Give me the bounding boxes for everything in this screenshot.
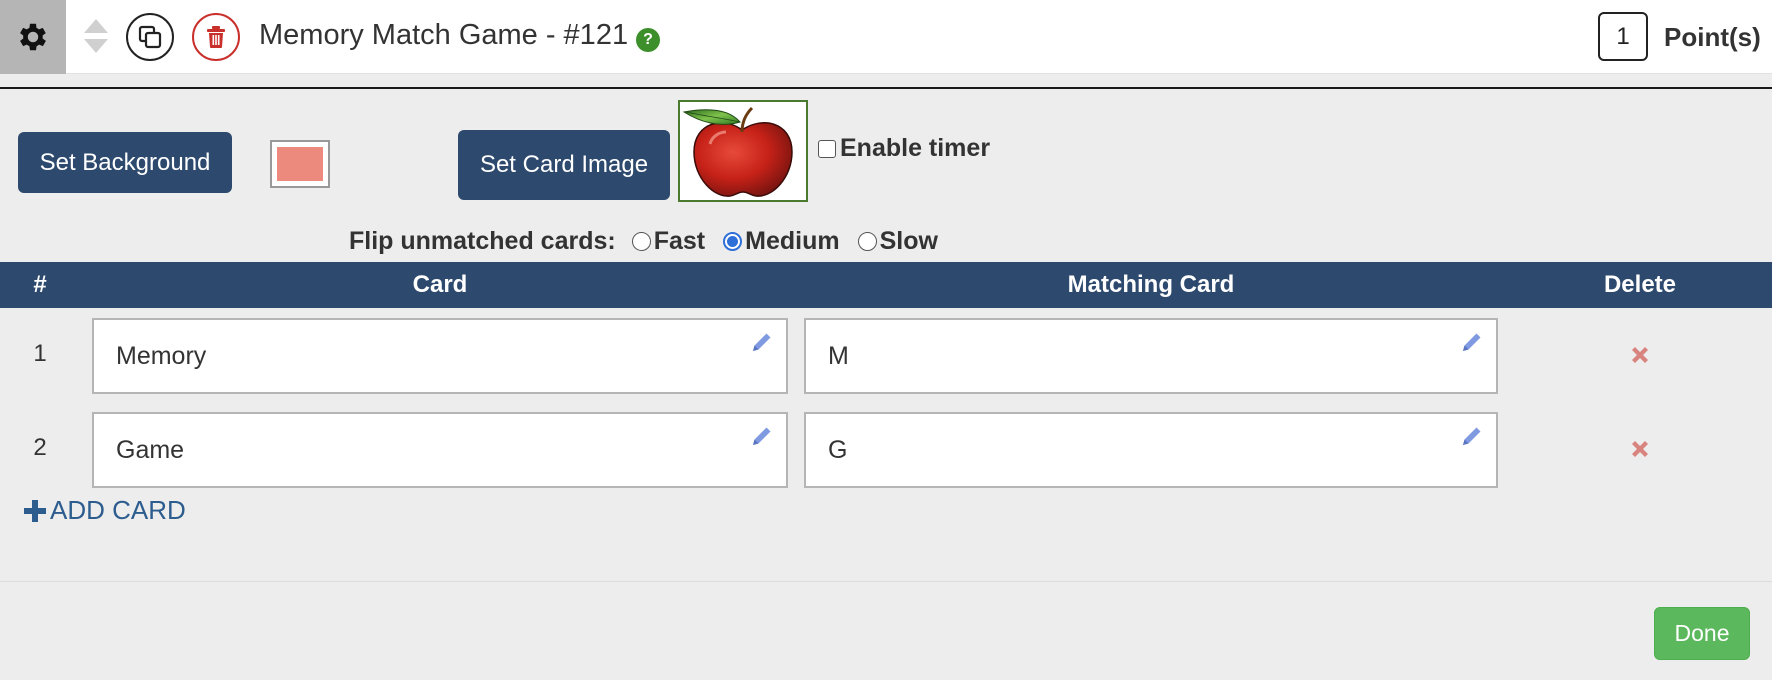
flip-option-medium[interactable]: Medium — [723, 227, 840, 256]
column-header-delete: Delete — [1603, 271, 1677, 298]
copy-icon — [138, 25, 162, 49]
footer-divider — [0, 581, 1772, 582]
cards-table-header: # Card Matching Card Delete — [0, 262, 1772, 308]
enable-timer-checkbox[interactable] — [818, 139, 836, 158]
header-divider — [0, 87, 1772, 89]
add-card-label: ADD CARD — [50, 495, 186, 525]
flip-radio-medium[interactable] — [723, 232, 743, 251]
delete-row-icon[interactable] — [1628, 343, 1652, 367]
gear-icon — [20, 23, 46, 51]
settings-gear-button[interactable] — [0, 0, 66, 74]
row-number: 2 — [33, 434, 47, 461]
pencil-icon[interactable] — [750, 424, 774, 448]
matching-card-text: G — [828, 436, 848, 464]
flip-option-label: Slow — [879, 227, 938, 255]
flip-option-slow[interactable]: Slow — [857, 227, 938, 256]
set-background-button[interactable]: Set Background — [18, 132, 232, 193]
matching-card-input[interactable]: G — [804, 412, 1498, 488]
enable-timer-label: Enable timer — [840, 134, 991, 162]
card-image-preview[interactable] — [678, 100, 808, 202]
help-icon[interactable]: ? — [636, 28, 660, 52]
background-color-swatch[interactable] — [270, 140, 330, 188]
column-header-card: Card — [412, 271, 468, 298]
flip-radio-slow[interactable] — [857, 232, 877, 251]
flip-option-fast[interactable]: Fast — [631, 227, 706, 256]
toolbar-header: Memory Match Game - #121 ? 1 Point(s) — [0, 0, 1772, 74]
points-label: Point(s) — [1664, 22, 1761, 52]
flip-radio-fast[interactable] — [631, 232, 651, 251]
flip-option-label: Medium — [745, 227, 840, 255]
pencil-icon[interactable] — [1460, 330, 1484, 354]
delete-block-button[interactable] — [192, 13, 240, 61]
pencil-icon[interactable] — [1460, 424, 1484, 448]
card-text: Game — [116, 436, 185, 464]
matching-card-input[interactable]: M — [804, 318, 1498, 394]
flip-speed-label: Flip unmatched cards: — [349, 227, 616, 255]
apple-image — [682, 106, 793, 197]
enable-timer-option: Enable timer — [818, 134, 990, 163]
done-button[interactable]: Done — [1654, 607, 1750, 660]
matching-card-text: M — [828, 342, 849, 370]
card-text: Memory — [116, 342, 207, 370]
points-input[interactable]: 1 — [1598, 12, 1648, 61]
duplicate-button[interactable] — [126, 13, 174, 61]
pencil-icon[interactable] — [750, 330, 774, 354]
card-input[interactable]: Game — [92, 412, 788, 488]
page-title: Memory Match Game - #121 — [259, 19, 629, 51]
delete-row-icon[interactable] — [1628, 437, 1652, 461]
set-card-image-button[interactable]: Set Card Image — [458, 130, 670, 200]
column-header-matching-card: Matching Card — [1067, 271, 1235, 298]
background-color-fill — [277, 147, 323, 181]
plus-icon — [24, 499, 46, 522]
card-input[interactable]: Memory — [92, 318, 788, 394]
sort-arrows-icon[interactable] — [80, 16, 112, 56]
trash-icon — [207, 26, 225, 48]
flip-speed-group: Flip unmatched cards: Fast Medium Slow — [349, 227, 956, 256]
add-card-link[interactable]: ADD CARD — [22, 495, 186, 526]
row-number: 1 — [33, 340, 47, 367]
flip-option-label: Fast — [653, 227, 706, 255]
column-header-number: # — [33, 271, 47, 298]
